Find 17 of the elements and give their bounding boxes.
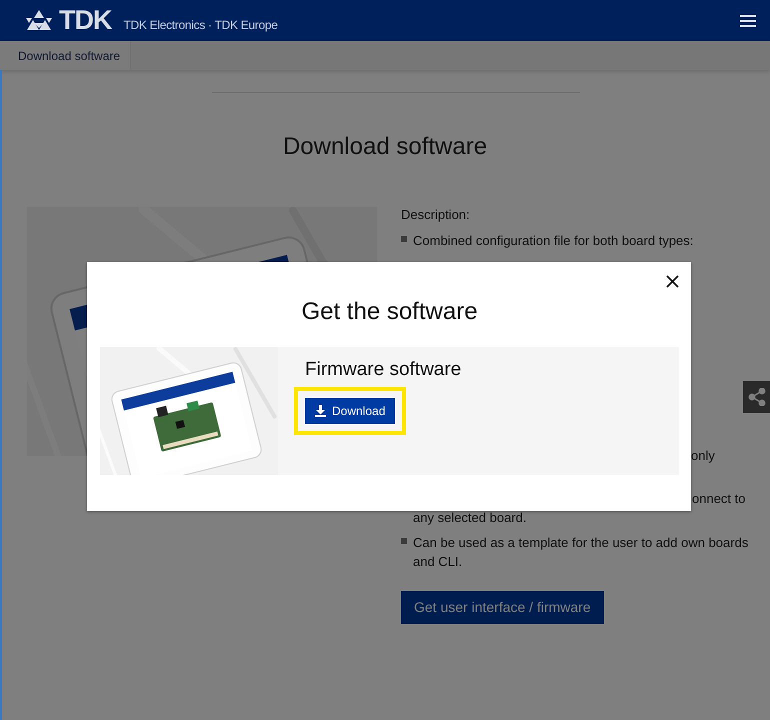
logo-text[interactable]: TDK	[59, 7, 112, 34]
menu-icon[interactable]	[740, 14, 756, 26]
page-title: Download software	[282, 132, 488, 161]
bullet-icon	[401, 236, 407, 242]
close-icon[interactable]	[666, 275, 679, 288]
description-text: only	[691, 447, 715, 465]
description-text: Can be used as a template for the user to add own boards and CLI.	[413, 534, 750, 571]
site-tagline: TDK Electronics · TDK Europe	[124, 18, 278, 32]
share-icon	[748, 388, 766, 406]
description-heading: Description:	[401, 207, 471, 222]
description-text: onnect to	[692, 490, 746, 508]
get-software-button[interactable]: Get user interface / firmware	[401, 591, 604, 624]
description-text: any selected board.	[413, 509, 528, 527]
breadcrumb-link[interactable]: Download software	[0, 41, 132, 70]
bullet-icon	[401, 538, 407, 544]
description-text: Combined configuration file for both board types:	[413, 232, 694, 250]
share-button[interactable]	[743, 381, 770, 413]
